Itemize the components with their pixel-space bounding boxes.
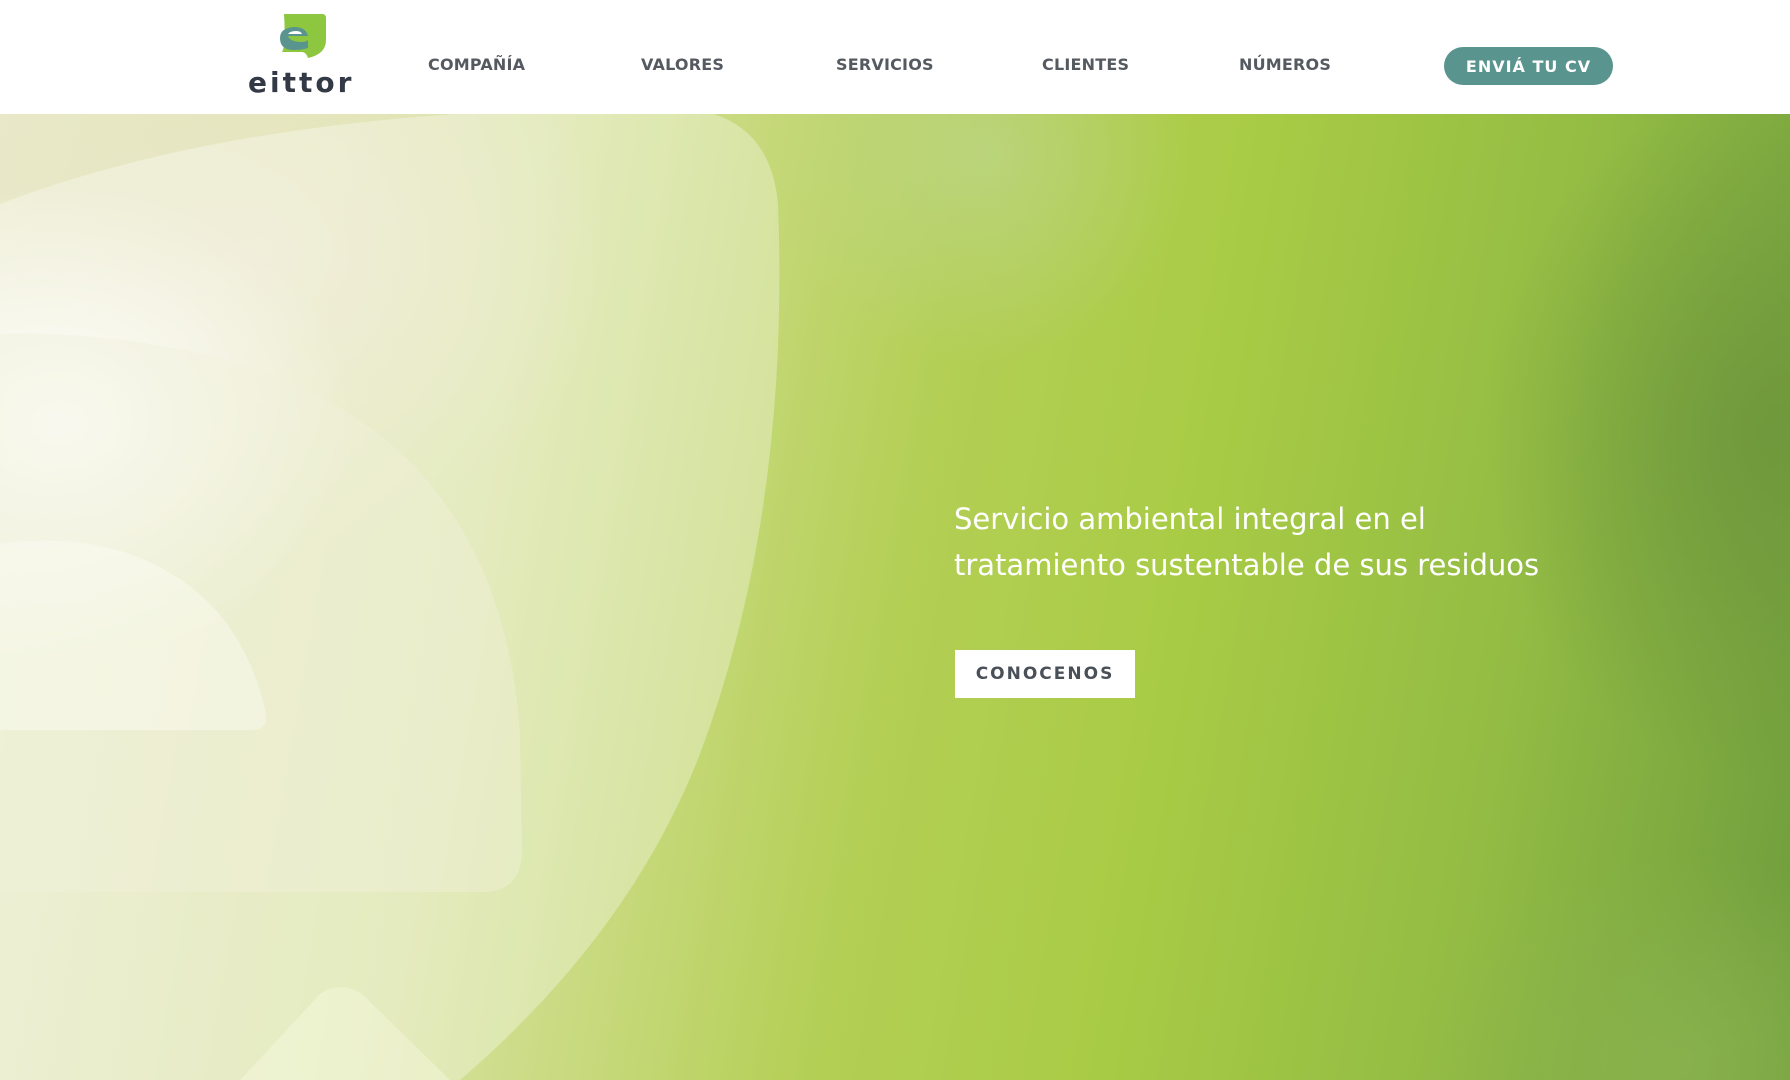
nav-item-numeros[interactable]: NÚMEROS — [1239, 55, 1331, 74]
conocenos-button[interactable]: CONOCENOS — [955, 650, 1135, 698]
site-header: eittor COMPAÑÍA VALORES SERVICIOS CLIENT… — [0, 0, 1790, 114]
nav-item-clientes[interactable]: CLIENTES — [1042, 55, 1129, 74]
send-cv-button[interactable]: ENVIÁ TU CV — [1444, 47, 1613, 85]
nav-item-compania[interactable]: COMPAÑÍA — [428, 55, 525, 74]
brand-logo[interactable]: eittor — [248, 12, 352, 102]
nav-item-valores[interactable]: VALORES — [641, 55, 724, 74]
brand-name: eittor — [248, 66, 355, 99]
large-e-logo-watermark — [0, 114, 780, 1080]
nav-item-servicios[interactable]: SERVICIOS — [836, 55, 934, 74]
hero-headline: Servicio ambiental integral en el tratam… — [954, 502, 1540, 582]
hero-banner: Servicio ambiental integral en el tratam… — [0, 114, 1790, 1080]
eittor-logo-icon — [280, 14, 326, 58]
